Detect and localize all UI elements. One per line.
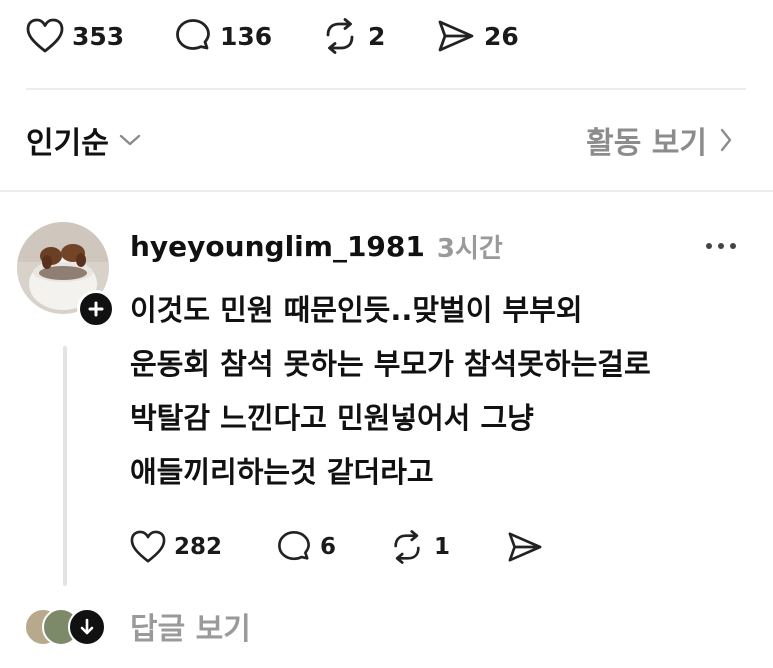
share-count: 26 xyxy=(484,21,519,51)
view-activity-link[interactable]: 활동 보기 xyxy=(586,118,733,162)
username[interactable]: hyeyounglim_1981 xyxy=(130,230,425,263)
sort-selector[interactable]: 인기순 xyxy=(26,118,141,162)
thread-line xyxy=(63,346,67,586)
comment-header: hyeyounglim_1981 3시간 xyxy=(130,228,503,265)
plus-icon xyxy=(88,301,104,317)
expand-replies-button xyxy=(68,608,106,646)
comment-repost-count: 1 xyxy=(434,534,451,560)
share-button[interactable]: 26 xyxy=(436,18,519,54)
comment-like-count: 282 xyxy=(174,534,223,560)
arrow-down-icon xyxy=(80,618,94,635)
comment-button[interactable]: 136 xyxy=(174,18,320,54)
chevron-down-icon xyxy=(119,134,141,146)
comment-repost-button[interactable]: 1 xyxy=(388,530,506,564)
like-button[interactable]: 353 xyxy=(26,18,174,54)
more-icon xyxy=(706,243,736,249)
sort-label: 인기순 xyxy=(26,126,109,161)
comment-reply-count: 6 xyxy=(320,534,337,560)
divider xyxy=(26,88,746,90)
repost-icon xyxy=(394,530,420,564)
timestamp: 3시간 xyxy=(436,234,503,264)
post-action-bar: 353 136 2 26 xyxy=(26,18,519,54)
comment-count: 136 xyxy=(220,21,273,51)
comment-share-button[interactable] xyxy=(506,530,544,564)
reply-avatars xyxy=(24,606,106,646)
comment-like-button[interactable]: 282 xyxy=(130,530,276,564)
view-replies-row[interactable]: 답글 보기 xyxy=(24,604,251,648)
send-icon xyxy=(508,532,542,562)
more-options-button[interactable] xyxy=(705,236,737,255)
comment-text: 이것도 민원 때문인듯..맞벌이 부부외 운동회 참석 못하는 부모가 참석못하… xyxy=(130,293,651,489)
repost-icon xyxy=(326,18,354,54)
chevron-right-icon xyxy=(720,128,732,152)
heart-icon xyxy=(130,530,166,563)
follow-button[interactable] xyxy=(77,290,115,328)
view-replies-label: 답글 보기 xyxy=(130,612,251,647)
comment-reply-button[interactable]: 6 xyxy=(276,530,388,564)
repost-count: 2 xyxy=(368,21,386,51)
repost-button[interactable]: 2 xyxy=(320,18,436,54)
heart-icon xyxy=(26,18,64,53)
comment-icon xyxy=(176,19,210,50)
send-icon xyxy=(438,20,474,52)
comment-icon xyxy=(278,531,310,561)
comment-action-bar: 282 6 1 xyxy=(130,530,544,564)
like-count: 353 xyxy=(72,21,125,51)
divider xyxy=(0,190,773,192)
activity-label: 활동 보기 xyxy=(586,126,707,161)
